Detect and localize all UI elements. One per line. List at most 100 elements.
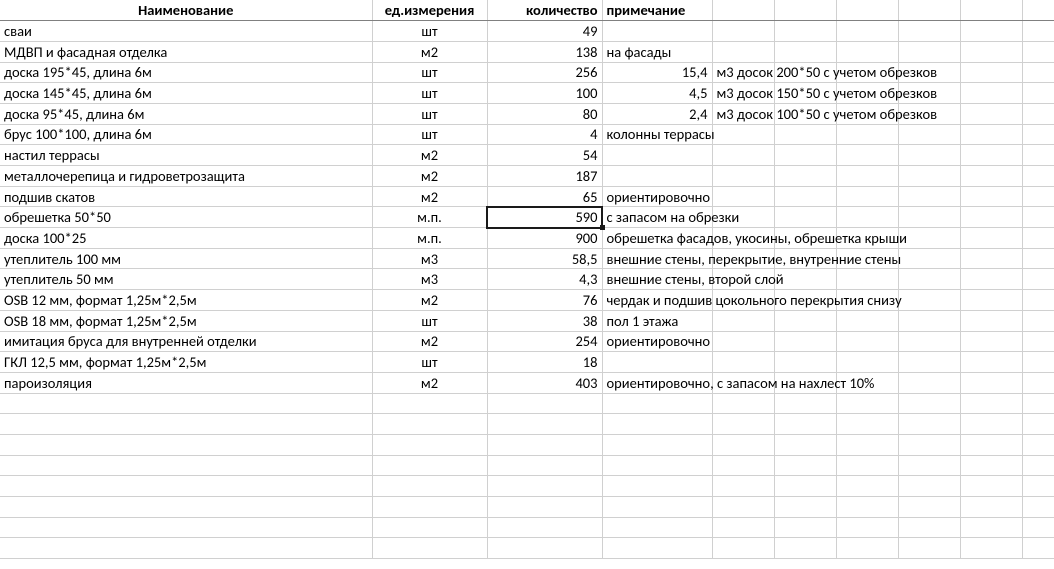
cell-unit[interactable]: м2 bbox=[372, 331, 487, 352]
cell-qty[interactable]: 4,3 bbox=[487, 269, 602, 290]
cell[interactable] bbox=[774, 310, 836, 331]
cell[interactable] bbox=[1022, 352, 1054, 373]
cell[interactable] bbox=[712, 310, 774, 331]
cell[interactable] bbox=[712, 414, 774, 435]
cell[interactable] bbox=[836, 207, 898, 228]
cell[interactable] bbox=[774, 497, 836, 518]
cell[interactable] bbox=[712, 41, 774, 62]
cell[interactable] bbox=[1022, 21, 1054, 42]
cell[interactable] bbox=[836, 166, 898, 187]
cell[interactable] bbox=[712, 331, 774, 352]
cell[interactable] bbox=[898, 145, 960, 166]
cell[interactable] bbox=[960, 310, 1022, 331]
cell-name[interactable]: брус 100*100, длина 6м bbox=[0, 124, 372, 145]
table-row[interactable]: имитация бруса для внутренней отделким22… bbox=[0, 331, 1054, 352]
cell[interactable] bbox=[712, 517, 774, 538]
cell-name[interactable]: обрешетка 50*50 bbox=[0, 207, 372, 228]
cell[interactable]: м3 досок 150*50 с учетом обрезков bbox=[712, 83, 774, 104]
cell[interactable] bbox=[1022, 228, 1054, 249]
table-row[interactable] bbox=[0, 517, 1054, 538]
cell[interactable] bbox=[487, 393, 602, 414]
cell[interactable] bbox=[1022, 476, 1054, 497]
cell[interactable] bbox=[1022, 497, 1054, 518]
cell[interactable] bbox=[960, 248, 1022, 269]
cell-unit[interactable]: шт bbox=[372, 83, 487, 104]
cell[interactable] bbox=[602, 455, 712, 476]
cell[interactable] bbox=[836, 434, 898, 455]
cell-name[interactable]: утеплитель 100 мм bbox=[0, 248, 372, 269]
cell[interactable] bbox=[960, 538, 1022, 559]
cell[interactable] bbox=[774, 476, 836, 497]
cell[interactable] bbox=[1022, 372, 1054, 393]
cell[interactable] bbox=[960, 207, 1022, 228]
cell-qty[interactable]: 80 bbox=[487, 103, 602, 124]
cell[interactable] bbox=[774, 434, 836, 455]
cell[interactable] bbox=[898, 186, 960, 207]
cell[interactable] bbox=[960, 290, 1022, 311]
cell[interactable] bbox=[960, 455, 1022, 476]
cell-unit[interactable]: м2 bbox=[372, 166, 487, 187]
table-row[interactable]: OSB 12 мм, формат 1,25м*2,5мм276чердак и… bbox=[0, 290, 1054, 311]
cell-unit[interactable]: м2 bbox=[372, 41, 487, 62]
cell-note[interactable]: 4,5 bbox=[602, 83, 712, 104]
cell-unit[interactable]: шт bbox=[372, 352, 487, 373]
cell[interactable] bbox=[1022, 207, 1054, 228]
cell[interactable] bbox=[898, 207, 960, 228]
cell[interactable] bbox=[1022, 290, 1054, 311]
cell[interactable] bbox=[1022, 434, 1054, 455]
table-row[interactable]: доска 100*25м.п.900обрешетка фасадов, ук… bbox=[0, 228, 1054, 249]
cell[interactable] bbox=[1022, 269, 1054, 290]
cell-note[interactable] bbox=[602, 166, 712, 187]
cell[interactable] bbox=[1022, 310, 1054, 331]
cell[interactable] bbox=[836, 393, 898, 414]
cell[interactable] bbox=[960, 352, 1022, 373]
cell[interactable] bbox=[774, 393, 836, 414]
cell[interactable] bbox=[1022, 331, 1054, 352]
cell[interactable] bbox=[898, 166, 960, 187]
cell[interactable] bbox=[960, 103, 1022, 124]
cell[interactable] bbox=[0, 434, 372, 455]
cell[interactable] bbox=[774, 21, 836, 42]
cell[interactable] bbox=[602, 538, 712, 559]
header-empty[interactable] bbox=[960, 0, 1022, 21]
cell[interactable] bbox=[602, 517, 712, 538]
spreadsheet-grid[interactable]: Наименование ед.измерения количество при… bbox=[0, 0, 1054, 559]
cell[interactable] bbox=[372, 393, 487, 414]
cell[interactable] bbox=[960, 331, 1022, 352]
cell-note[interactable]: ориентировочно bbox=[602, 186, 712, 207]
cell[interactable] bbox=[1022, 393, 1054, 414]
cell[interactable] bbox=[712, 497, 774, 518]
cell[interactable] bbox=[836, 497, 898, 518]
table-row[interactable]: доска 145*45, длина 6мшт1004,5м3 досок 1… bbox=[0, 83, 1054, 104]
cell[interactable] bbox=[372, 414, 487, 435]
cell[interactable] bbox=[960, 124, 1022, 145]
cell[interactable] bbox=[836, 41, 898, 62]
cell[interactable] bbox=[774, 414, 836, 435]
cell[interactable] bbox=[898, 124, 960, 145]
cell[interactable] bbox=[602, 476, 712, 497]
table-row[interactable]: ГКЛ 12,5 мм, формат 1,25м*2,5мшт18 bbox=[0, 352, 1054, 373]
cell[interactable] bbox=[960, 497, 1022, 518]
table-row[interactable]: брус 100*100, длина 6мшт4колонны террасы bbox=[0, 124, 1054, 145]
cell-unit[interactable]: шт bbox=[372, 103, 487, 124]
cell[interactable] bbox=[836, 455, 898, 476]
header-row[interactable]: Наименование ед.измерения количество при… bbox=[0, 0, 1054, 21]
cell-note[interactable] bbox=[602, 21, 712, 42]
cell-qty[interactable]: 100 bbox=[487, 83, 602, 104]
header-qty[interactable]: количество bbox=[487, 0, 602, 21]
cell-name[interactable]: доска 195*45, длина 6м bbox=[0, 62, 372, 83]
cell[interactable] bbox=[1022, 414, 1054, 435]
cell[interactable] bbox=[960, 228, 1022, 249]
cell-note[interactable] bbox=[602, 352, 712, 373]
cell-name[interactable]: утеплитель 50 мм bbox=[0, 269, 372, 290]
cell[interactable] bbox=[960, 21, 1022, 42]
header-unit[interactable]: ед.измерения bbox=[372, 0, 487, 21]
table-row[interactable]: сваишт49 bbox=[0, 21, 1054, 42]
cell[interactable] bbox=[898, 310, 960, 331]
cell-qty[interactable]: 4 bbox=[487, 124, 602, 145]
table-row[interactable]: пароизоляциям2403ориентировочно, с запас… bbox=[0, 372, 1054, 393]
cell-name[interactable]: подшив скатов bbox=[0, 186, 372, 207]
cell-note[interactable]: обрешетка фасадов, укосины, обрешетка кр… bbox=[602, 228, 712, 249]
table-row[interactable]: доска 195*45, длина 6мшт25615,4м3 досок … bbox=[0, 62, 1054, 83]
cell-note[interactable]: 2,4 bbox=[602, 103, 712, 124]
